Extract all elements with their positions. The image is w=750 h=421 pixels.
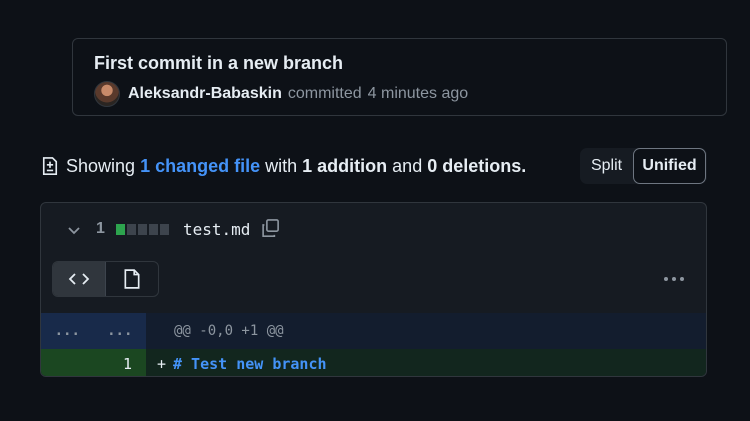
code-view-button[interactable]: [53, 262, 106, 296]
changed-files-link[interactable]: 1 changed file: [140, 156, 260, 177]
split-view-button[interactable]: Split: [580, 148, 633, 184]
hunk-header: @@ -0,0 +1 @@: [174, 323, 284, 339]
file-icon: [124, 269, 140, 289]
diffstat-neutral-block: [127, 224, 136, 235]
code-line: # Test new branch: [173, 354, 327, 373]
commit-action: committed: [287, 85, 362, 102]
diff-line-added: 1 + # Test new branch: [41, 349, 706, 376]
hunk-right-dots: ...: [107, 323, 133, 339]
diffstat-neutral-block: [160, 224, 169, 235]
line-number-gutter[interactable]: 1: [41, 349, 146, 376]
summary-and: and: [392, 155, 423, 176]
diff-sign: +: [157, 354, 167, 373]
summary-period: .: [521, 155, 527, 176]
hunk-header-row: ... ... @@ -0,0 +1 @@: [41, 313, 706, 349]
commit-title: First commit in a new branch: [94, 53, 344, 73]
avatar[interactable]: [94, 81, 120, 107]
file-name[interactable]: test.md: [183, 220, 250, 239]
file-view-toggle: [52, 261, 159, 297]
file-change-count: 1: [96, 220, 105, 237]
file-diff: 1 test.md ... ... @@ -0,0 +1 @@ 1 + # Te…: [40, 202, 707, 377]
diffstat-blocks: [116, 224, 169, 235]
copy-icon[interactable]: [260, 218, 280, 238]
commit-header-card: First commit in a new branch Aleksandr-B…: [72, 38, 727, 116]
diffstat-neutral-block: [149, 224, 158, 235]
more-options-icon[interactable]: [662, 271, 686, 287]
diff-view-toggle: Split Unified: [580, 148, 707, 184]
commit-meta: Aleksandr-Babaskin committed 4 minutes a…: [94, 81, 468, 107]
summary-prefix: Showing: [66, 155, 136, 176]
additions-count: 1 addition: [302, 155, 388, 176]
diffstat-add-block: [116, 224, 125, 235]
summary-with: with: [265, 155, 298, 176]
hunk-expand-gutter[interactable]: ... ...: [41, 313, 146, 349]
chevron-down-icon[interactable]: [66, 222, 82, 238]
deletions-count: 0 deletions: [427, 155, 522, 176]
author-link[interactable]: Aleksandr-Babaskin: [128, 85, 282, 103]
diffstat-neutral-block: [138, 224, 147, 235]
file-diff-icon: [42, 157, 58, 175]
line-number: 1: [122, 354, 132, 373]
rich-view-button[interactable]: [106, 262, 159, 296]
commit-time: 4 minutes ago: [367, 85, 469, 102]
unified-view-button[interactable]: Unified: [633, 148, 706, 184]
code-icon: [68, 273, 90, 285]
hunk-left-dots: ...: [54, 323, 80, 339]
file-header: 1 test.md: [41, 203, 706, 313]
